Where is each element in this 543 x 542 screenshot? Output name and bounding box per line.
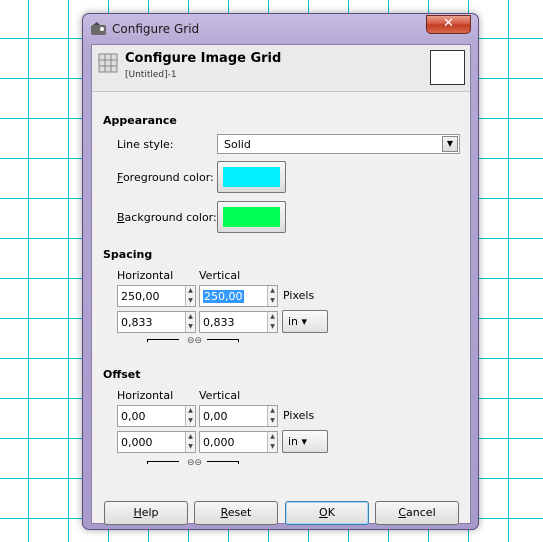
background-color-label: Background color: xyxy=(117,211,217,224)
spacing-vertical-pixels[interactable]: 250,00 ▲ ▼ xyxy=(199,285,278,307)
chain-link-icon: ⊖⊖ xyxy=(187,336,203,346)
foreground-color-swatch xyxy=(223,167,280,187)
appearance-title: Appearance xyxy=(103,114,177,127)
spin-arrows-icon[interactable]: ▲ ▼ xyxy=(185,432,195,452)
offset-unit-select[interactable]: in ▾ xyxy=(282,430,328,453)
offset-vertical-inches[interactable]: 0,000 ▲ ▼ xyxy=(199,431,278,453)
offset-chain-button[interactable]: ⊖⊖ xyxy=(147,457,247,468)
foreground-color-label: Foreground color: xyxy=(117,171,214,184)
spacing-unit-value: in ▾ xyxy=(288,315,308,328)
spacing-vertical-label: Vertical xyxy=(199,269,241,282)
offset-horizontal-label: Horizontal xyxy=(117,389,174,402)
background-color-button[interactable] xyxy=(217,201,286,233)
title-bar[interactable]: Configure Grid ✕ xyxy=(83,14,478,44)
chevron-down-icon: ▼ xyxy=(442,136,458,152)
spin-arrows-icon[interactable]: ▲ ▼ xyxy=(267,406,277,426)
offset-vertical-label: Vertical xyxy=(199,389,241,402)
cancel-button[interactable]: Cancel xyxy=(375,501,459,525)
window-title: Configure Grid xyxy=(112,22,200,36)
dialog-header: Configure Image Grid [Untitled]-1 xyxy=(92,45,470,92)
spacing-pixels-label: Pixels xyxy=(283,289,315,302)
spin-arrows-icon[interactable]: ▲ ▼ xyxy=(185,406,195,426)
offset-pixels-label: Pixels xyxy=(283,409,315,422)
spin-arrows-icon[interactable]: ▲ ▼ xyxy=(267,286,277,306)
configure-grid-dialog: Configure Grid ✕ Configure Image Grid [U… xyxy=(82,13,479,530)
gimp-icon xyxy=(91,22,106,35)
grid-icon xyxy=(98,53,118,73)
spin-arrows-icon[interactable]: ▲ ▼ xyxy=(185,286,195,306)
reset-button[interactable]: Reset xyxy=(194,501,278,525)
foreground-color-button[interactable] xyxy=(217,161,286,193)
line-style-label: Line style: xyxy=(117,138,174,151)
spin-arrows-icon[interactable]: ▲ ▼ xyxy=(267,432,277,452)
spacing-horizontal-inches[interactable]: 0,833 ▲ ▼ xyxy=(117,311,196,333)
offset-unit-value: in ▾ xyxy=(288,435,308,448)
line-style-value: Solid xyxy=(224,138,251,151)
spacing-title: Spacing xyxy=(103,248,153,261)
spacing-horizontal-label: Horizontal xyxy=(117,269,174,282)
spin-arrows-icon[interactable]: ▲ ▼ xyxy=(267,312,277,332)
offset-vertical-pixels[interactable]: 0,00 ▲ ▼ xyxy=(199,405,278,427)
image-preview xyxy=(430,50,465,85)
spacing-chain-button[interactable]: ⊖⊖ xyxy=(147,335,247,346)
spacing-horizontal-pixels[interactable]: 250,00 ▲ ▼ xyxy=(117,285,196,307)
dialog-content: Configure Image Grid [Untitled]-1 Appear… xyxy=(91,44,471,525)
header-subtitle: [Untitled]-1 xyxy=(125,70,177,80)
header-title: Configure Image Grid xyxy=(125,51,282,66)
chain-link-icon: ⊖⊖ xyxy=(187,458,203,468)
offset-horizontal-pixels[interactable]: 0,00 ▲ ▼ xyxy=(117,405,196,427)
offset-title: Offset xyxy=(103,368,141,381)
offset-horizontal-inches[interactable]: 0,000 ▲ ▼ xyxy=(117,431,196,453)
spacing-vertical-inches[interactable]: 0,833 ▲ ▼ xyxy=(199,311,278,333)
background-color-swatch xyxy=(223,207,280,227)
line-style-select[interactable]: Solid ▼ xyxy=(217,134,460,154)
ok-button[interactable]: OK xyxy=(285,501,369,525)
close-button[interactable]: ✕ xyxy=(426,15,471,34)
close-icon: ✕ xyxy=(443,16,454,31)
spin-arrows-icon[interactable]: ▲ ▼ xyxy=(185,312,195,332)
spacing-unit-select[interactable]: in ▾ xyxy=(282,310,328,333)
help-button[interactable]: Help xyxy=(104,501,188,525)
